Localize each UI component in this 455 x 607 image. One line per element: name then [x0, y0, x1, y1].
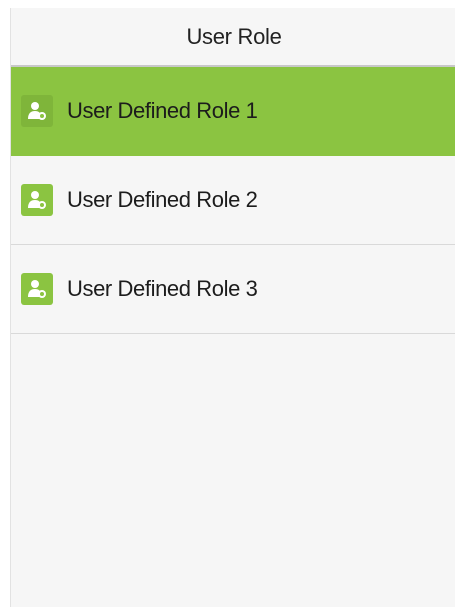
user-role-icon	[21, 184, 53, 216]
list-item-role-3[interactable]: User Defined Role 3	[11, 245, 455, 334]
role-label: User Defined Role 2	[67, 187, 258, 212]
role-label: User Defined Role 1	[67, 98, 258, 123]
user-role-icon	[21, 95, 53, 127]
user-role-screen: User Role User Defined Role 1 User Defin…	[10, 8, 455, 607]
role-list: User Defined Role 1 User Defined Role 2	[11, 67, 455, 334]
role-label: User Defined Role 3	[67, 276, 258, 301]
user-role-icon	[21, 273, 53, 305]
page-title: User Role	[186, 23, 282, 49]
list-item-role-1[interactable]: User Defined Role 1	[11, 67, 455, 156]
list-item-role-2[interactable]: User Defined Role 2	[11, 156, 455, 245]
